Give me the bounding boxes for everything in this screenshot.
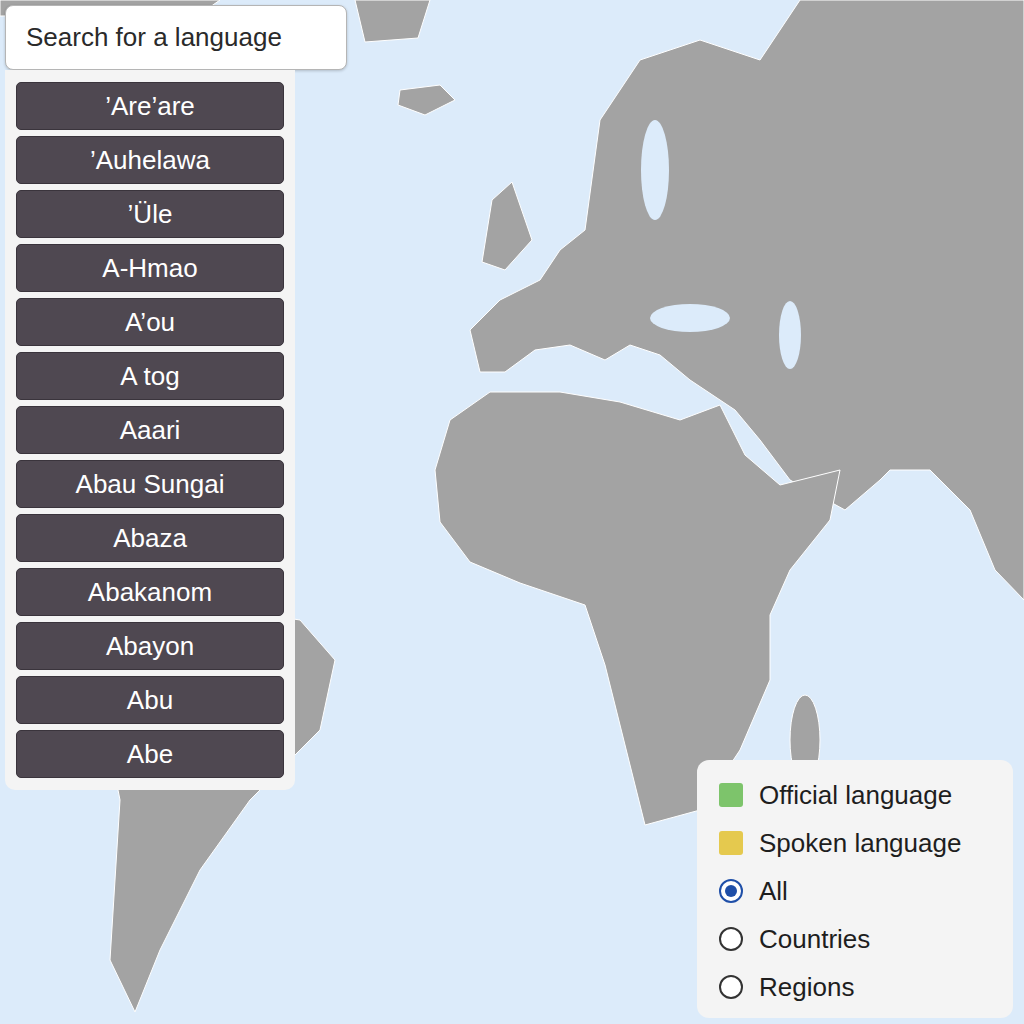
radio-icon[interactable]	[719, 975, 743, 999]
legend-swatch	[719, 831, 743, 855]
language-button[interactable]: A tog	[16, 352, 284, 400]
filter-label: Countries	[759, 924, 870, 955]
language-button[interactable]: Aaari	[16, 406, 284, 454]
radio-dot-icon	[725, 885, 737, 897]
language-button[interactable]: A’ou	[16, 298, 284, 346]
black-sea-shape	[650, 304, 730, 332]
map-page: ’Are’are ’Auhelawa ’Üle A-Hmao A’ou A tog Aaar…	[0, 0, 1024, 1024]
language-button[interactable]: Abau Sungai	[16, 460, 284, 508]
greenland-shape	[355, 0, 430, 42]
legend-swatch	[719, 783, 743, 807]
legend-label: Official language	[759, 780, 952, 811]
filter-radio[interactable]: Countries	[719, 918, 991, 960]
filter-radio[interactable]: All	[719, 870, 991, 912]
language-button[interactable]: Abayon	[16, 622, 284, 670]
iceland-shape	[398, 85, 455, 115]
language-button[interactable]: ’Auhelawa	[16, 136, 284, 184]
caspian-sea-shape	[779, 301, 801, 369]
language-button[interactable]: Abakanom	[16, 568, 284, 616]
language-button[interactable]: ’Üle	[16, 190, 284, 238]
language-button[interactable]: Abaza	[16, 514, 284, 562]
legend-panel: Official language Spoken language All Count…	[697, 760, 1013, 1018]
britain-shape	[482, 182, 532, 270]
language-list: ’Are’are ’Auhelawa ’Üle A-Hmao A’ou A tog Aaar…	[5, 70, 295, 790]
filter-label: Regions	[759, 972, 854, 1003]
language-search-input[interactable]	[5, 5, 347, 70]
filter-radio[interactable]: Regions	[719, 966, 991, 1008]
legend-label: Spoken language	[759, 828, 961, 859]
language-button[interactable]: Abe	[16, 730, 284, 778]
radio-icon[interactable]	[719, 879, 743, 903]
legend-item: Official language	[719, 774, 991, 816]
filter-label: All	[759, 876, 788, 907]
language-button[interactable]: ’Are’are	[16, 82, 284, 130]
language-panel: ’Are’are ’Auhelawa ’Üle A-Hmao A’ou A tog Aaar…	[5, 5, 347, 790]
language-button[interactable]: A-Hmao	[16, 244, 284, 292]
legend-item: Spoken language	[719, 822, 991, 864]
language-button[interactable]: Abu	[16, 676, 284, 724]
radio-icon[interactable]	[719, 927, 743, 951]
baltic-sea-shape	[641, 120, 669, 220]
